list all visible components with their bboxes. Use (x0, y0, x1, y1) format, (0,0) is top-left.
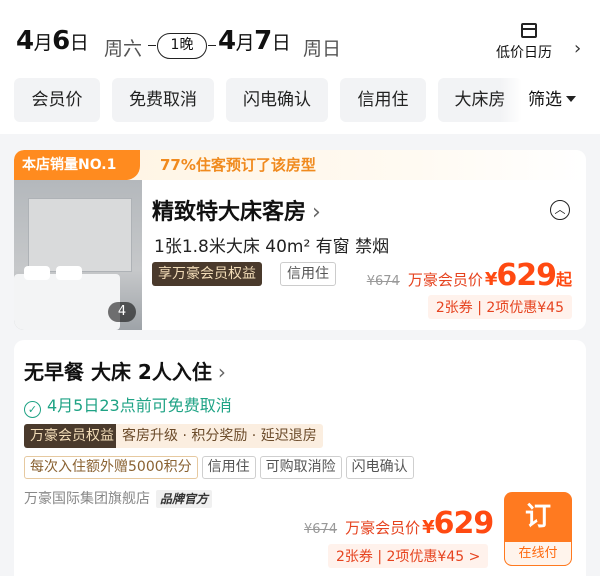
checkout-month: 4 (218, 26, 236, 56)
date-bar[interactable]: 4月6日 周六 1晚 4月7日 周日 低价日历 › (0, 0, 600, 70)
store-info: 万豪国际集团旗舰店 品牌官方 (24, 488, 213, 508)
benefit-items: 客房升级 · 积分奖励 · 延迟退房 (116, 424, 323, 448)
month-unit: 月 (33, 32, 53, 54)
room-photo[interactable]: 4 (14, 180, 142, 330)
sales-rank-badge: 本店销量NO.1 (14, 150, 140, 180)
coupon-summary[interactable]: 2张券 | 2项优惠¥45 (427, 295, 572, 319)
checkin-date[interactable]: 4月6日 (16, 26, 89, 56)
rate-tags: 每次入住额外赠5000积分 信用住 可购取消险 闪电确认 (24, 456, 418, 479)
original-price: ¥674 (366, 274, 400, 289)
calendar-label: 低价日历 (496, 45, 552, 61)
checkin-month: 4 (16, 26, 34, 56)
month-unit: 月 (235, 32, 255, 54)
nights-count: 1晚 (148, 33, 216, 59)
filter-bar: 会员价 免费取消 闪电确认 信用住 大床房 筛选 (0, 70, 600, 134)
check-circle-icon: ✓ (24, 401, 41, 418)
chevron-right-icon: › (312, 200, 321, 225)
currency-symbol: ¥ (484, 269, 497, 290)
credit-stay-tag: 信用住 (280, 262, 336, 286)
filter-chip-instant-confirm[interactable]: 闪电确认 (226, 78, 328, 122)
filter-label: 筛选 (528, 90, 562, 110)
collapse-up-icon[interactable]: ︿ (550, 200, 570, 220)
member-benefits: 万豪会员权益 客房升级 · 积分奖励 · 延迟退房 (24, 424, 323, 448)
coupon-summary[interactable]: 2张券 | 2项优惠¥45 > (328, 544, 489, 568)
chevron-right-icon: › (217, 360, 226, 384)
low-price-calendar-button[interactable]: 低价日历 › (496, 22, 586, 66)
room-name[interactable]: 精致特大床客房 › (152, 194, 321, 226)
photo-count-badge: 4 (108, 302, 136, 322)
checkout-day: 7 (254, 26, 272, 56)
room-price: ¥674 万豪会员价 ¥629起 (367, 258, 572, 293)
member-benefit-tag: 享万豪会员权益 (152, 262, 262, 286)
filter-chip-free-cancel[interactable]: 免费取消 (112, 78, 214, 122)
member-price: ¥629 (484, 258, 557, 293)
rate-plan-title-text: 无早餐 大床 2人入住 (24, 360, 212, 384)
checkout-weekday: 周日 (303, 38, 342, 60)
headboard-wall (28, 198, 132, 272)
pay-online-label: 在线付 (504, 542, 572, 566)
rate-price: ¥674 万豪会员价 ¥629 (304, 506, 495, 541)
triangle-down-icon (566, 96, 576, 102)
checkin-day: 6 (52, 26, 70, 56)
price-from-suffix: 起 (555, 270, 572, 289)
filter-scroll-fade (500, 78, 522, 122)
room-card[interactable]: 本店销量NO.1 77%住客预订了该房型 4 精致特大床客房 › ︿ 1张1.8米… (14, 150, 586, 330)
room-specs: 1张1.8米大床 40m² 有窗 禁烟 (154, 237, 390, 257)
official-badge: 品牌官方 (156, 490, 213, 508)
day-unit: 日 (69, 32, 89, 54)
filter-chip-credit-stay[interactable]: 信用住 (340, 78, 426, 122)
credit-stay-tag: 信用住 (201, 456, 256, 479)
cancel-insurance-tag: 可购取消险 (259, 456, 342, 479)
currency-symbol: ¥ (422, 517, 434, 538)
pillow (56, 266, 82, 280)
room-name-text: 精致特大床客房 (152, 200, 307, 225)
member-price-label: 万豪会员价 (345, 519, 421, 537)
price-value: 629 (433, 506, 495, 541)
rate-plan-title[interactable]: 无早餐 大床 2人入住 › (24, 356, 226, 385)
chevron-right-icon: › (574, 38, 582, 59)
benefit-label: 万豪会员权益 (24, 424, 120, 448)
filter-chip-member-price[interactable]: 会员价 (14, 78, 100, 122)
checkin-weekday: 周六 (104, 38, 143, 60)
cancel-policy-text: 4月5日23点前可免费取消 (47, 396, 232, 415)
member-price: ¥629 (422, 506, 495, 541)
checkout-date[interactable]: 4月7日 (218, 26, 291, 56)
member-price-label: 万豪会员价 (407, 271, 483, 289)
day-unit: 日 (271, 32, 291, 54)
book-label: 订 (524, 502, 551, 532)
pillow (24, 266, 50, 280)
calendar-icon (521, 23, 537, 38)
bed (14, 274, 120, 330)
rate-plan-card[interactable]: 无早餐 大床 2人入住 › ✓ 4月5日23点前可免费取消 万豪会员权益 客房升级 ·… (14, 340, 586, 576)
bonus-points-tag: 每次入住额外赠5000积分 (24, 456, 198, 479)
cancel-policy: ✓ 4月5日23点前可免费取消 (24, 392, 232, 418)
store-name: 万豪国际集团旗舰店 (24, 491, 150, 507)
booking-ratio-text: 77%住客预订了该房型 (160, 156, 316, 174)
price-value: 629 (496, 258, 557, 293)
filter-button[interactable]: 筛选 (528, 78, 576, 122)
instant-confirm-tag: 闪电确认 (345, 456, 414, 479)
original-price: ¥674 (304, 522, 338, 537)
book-button[interactable]: 订 在线付 (504, 492, 572, 566)
